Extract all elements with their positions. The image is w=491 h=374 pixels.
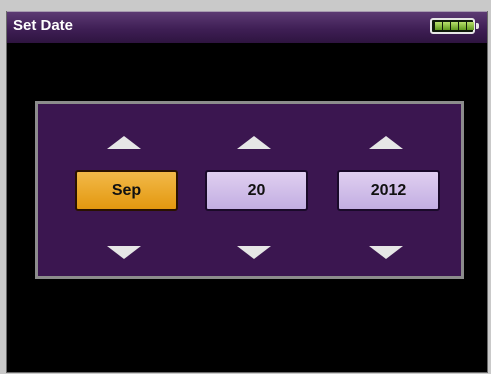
year-up-chevron-up-icon[interactable] [369,136,403,149]
month-down-chevron-down-icon[interactable] [107,246,141,259]
month-up-chevron-up-icon[interactable] [107,136,141,149]
battery-segment [451,22,458,30]
battery-segment [467,22,474,30]
device-screen: Set Date Sep 20 2012 [6,11,488,373]
battery-icon [430,18,479,34]
date-picker-panel: Sep 20 2012 [35,101,464,279]
year-down-chevron-down-icon[interactable] [369,246,403,259]
day-field[interactable]: 20 [205,170,308,211]
battery-segment [459,22,466,30]
year-field[interactable]: 2012 [337,170,440,211]
battery-segment [435,22,442,30]
day-up-chevron-up-icon[interactable] [237,136,271,149]
page-title: Set Date [13,17,74,34]
month-field[interactable]: Sep [75,170,178,211]
day-down-chevron-down-icon[interactable] [237,246,271,259]
battery-segment [443,22,450,30]
title-bar: Set Date [7,11,487,43]
